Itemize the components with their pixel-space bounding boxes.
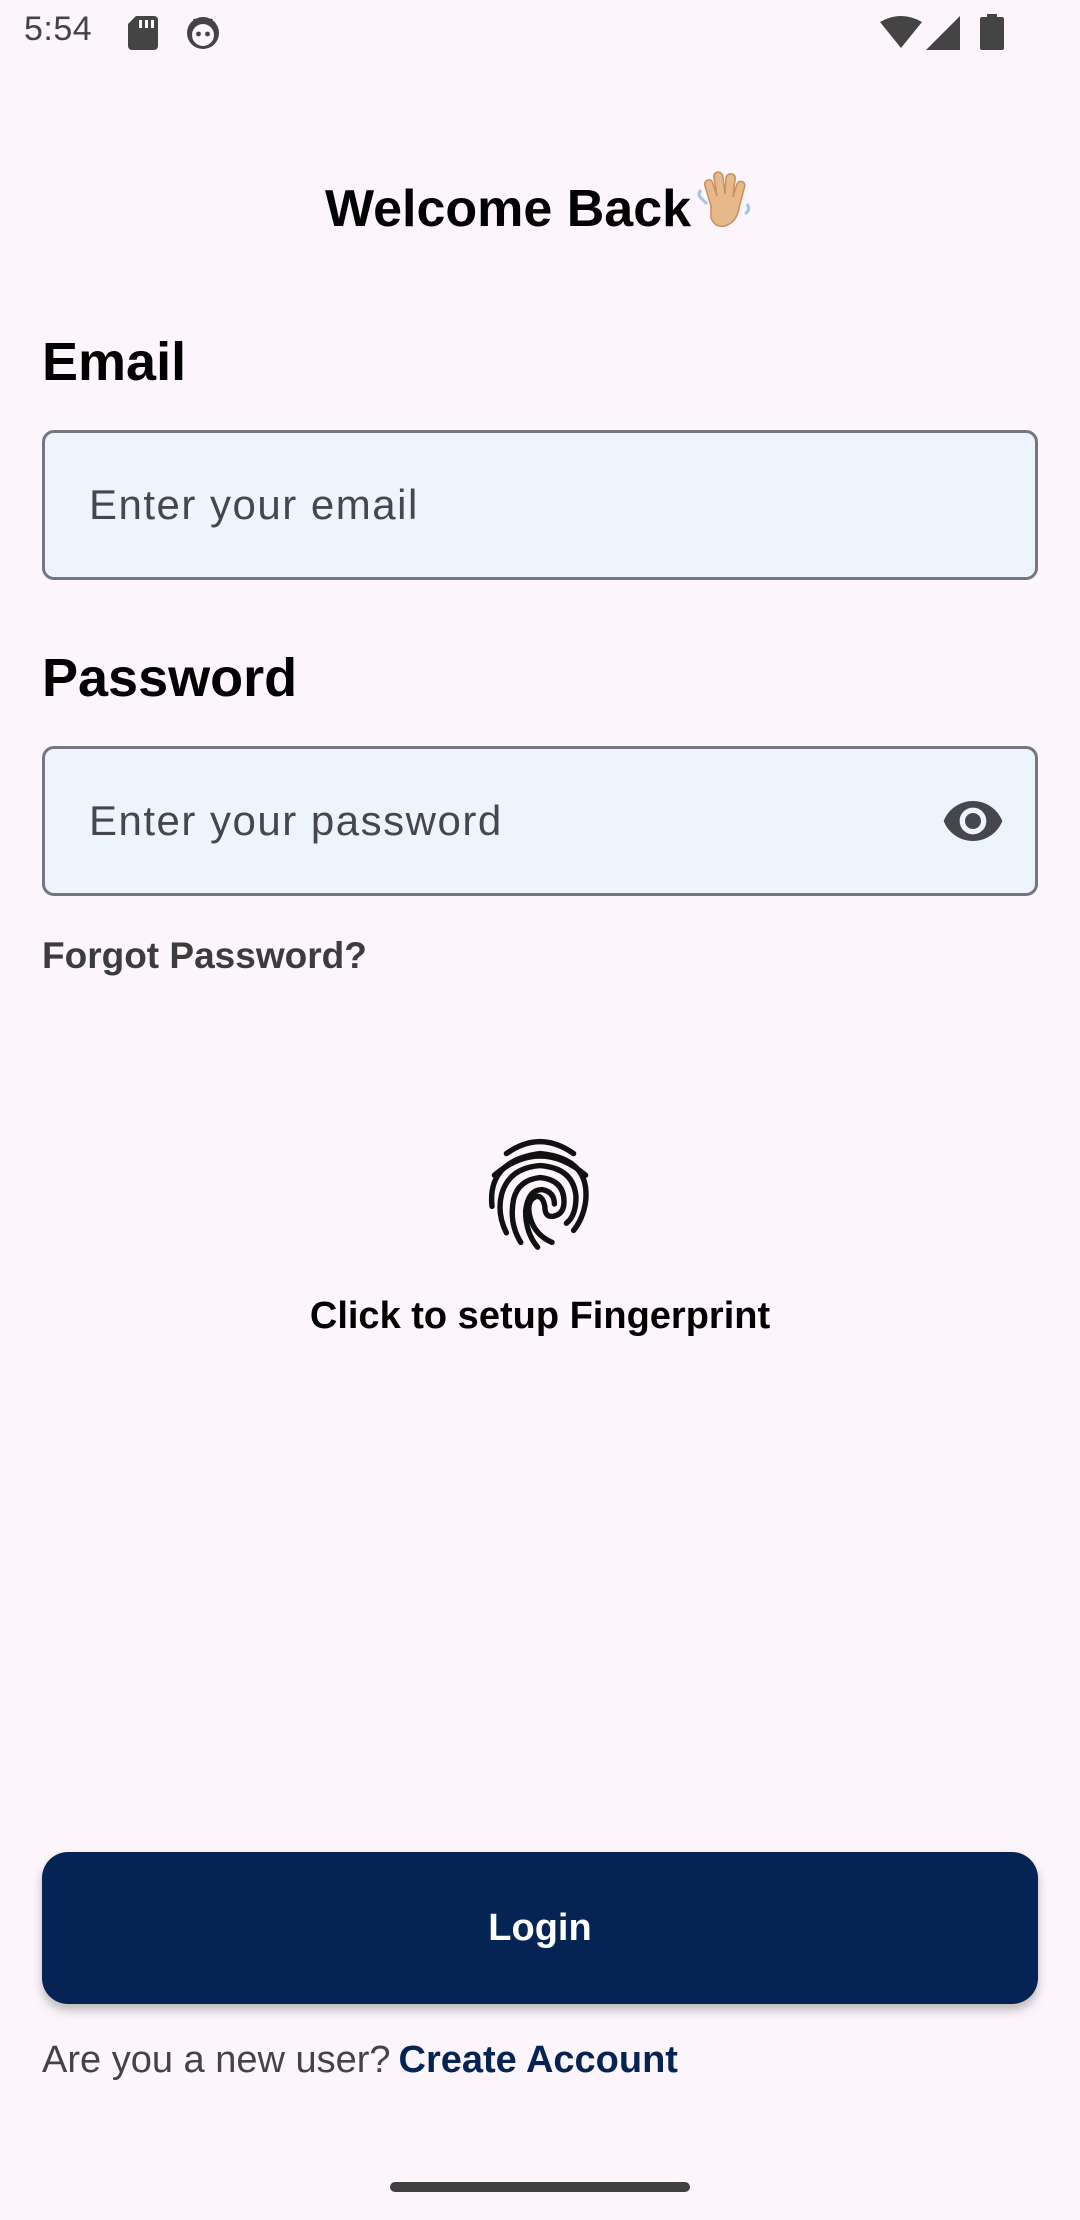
password-label: Password (42, 648, 298, 708)
password-field[interactable] (45, 749, 1035, 893)
eye-icon[interactable] (941, 789, 1005, 853)
email-label: Email (42, 332, 187, 392)
wifi-icon (880, 16, 922, 48)
login-button[interactable]: Login (42, 1852, 1038, 2004)
signup-row: Are you a new user? Create Account (42, 2036, 678, 2084)
page-title-text: Welcome Back (324, 180, 692, 238)
waving-hand-icon (697, 171, 751, 228)
fingerprint-icon[interactable] (480, 1132, 600, 1252)
battery-icon (980, 14, 1004, 50)
email-field-container (42, 430, 1038, 580)
android-face-icon (187, 17, 219, 49)
sd-card-icon (128, 16, 158, 50)
page-title: Welcome Back (0, 170, 1080, 241)
new-user-prompt: Are you a new user? (42, 2039, 391, 2081)
forgot-password-link[interactable]: Forgot Password? (42, 934, 367, 978)
signal-icon (926, 16, 960, 50)
fingerprint-setup-label[interactable]: Click to setup Fingerprint (0, 1292, 1080, 1340)
password-field-container (42, 746, 1038, 896)
create-account-link[interactable]: Create Account (399, 2039, 678, 2081)
status-time: 5:54 (24, 10, 93, 48)
email-field[interactable] (45, 433, 1035, 577)
home-indicator[interactable] (390, 2182, 690, 2192)
status-bar: 5:54 (0, 0, 1080, 64)
